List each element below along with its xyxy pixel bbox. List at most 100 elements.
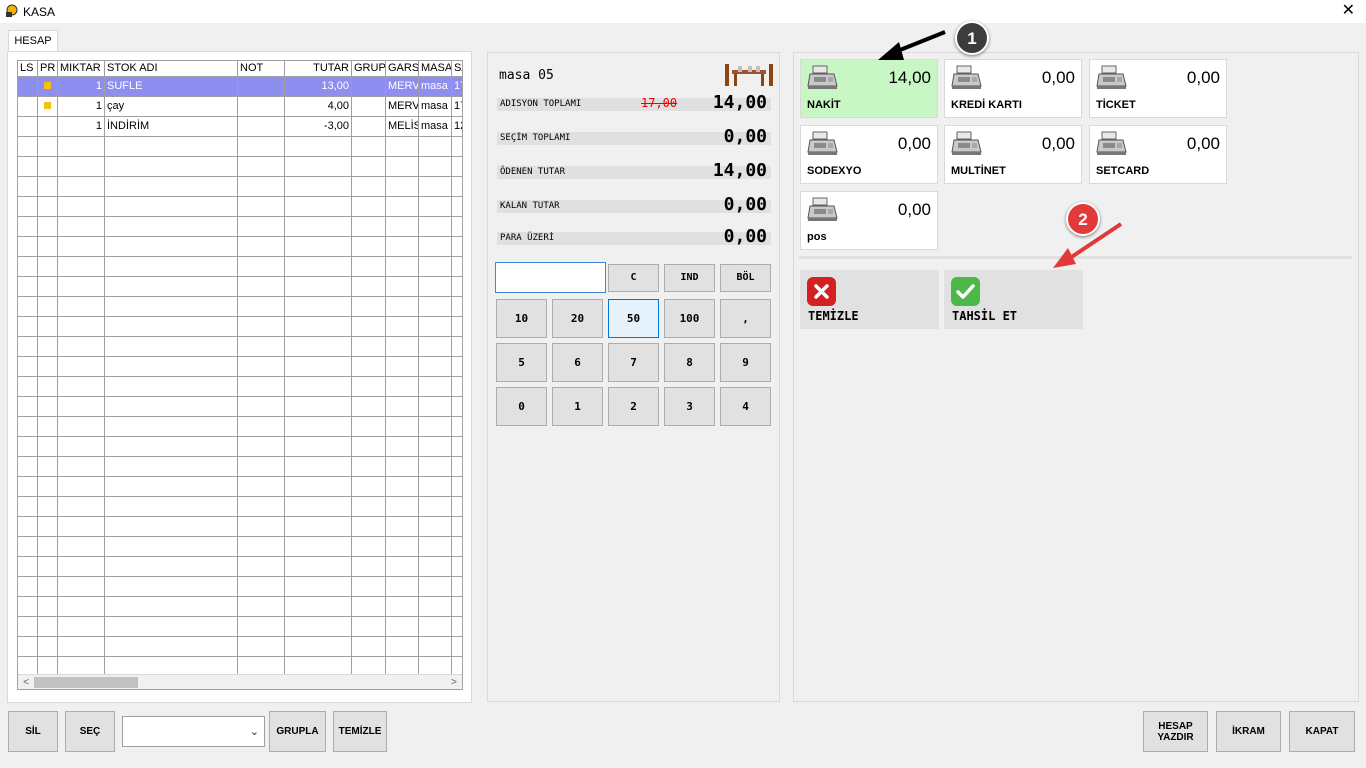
group-button[interactable]: GRUPLA — [269, 711, 326, 752]
amount-input[interactable] — [495, 262, 606, 293]
group-combo[interactable]: ⌄ — [122, 716, 265, 747]
paid-amount-label: ÖDENEN TUTAR — [500, 167, 566, 177]
grid-cell — [38, 417, 58, 437]
key-button[interactable]: 1 — [552, 387, 603, 426]
grid-cell — [105, 437, 238, 457]
clear-button[interactable]: TEMİZLE — [800, 270, 939, 329]
column-header[interactable]: SA — [452, 61, 462, 77]
column-header[interactable]: PR — [38, 61, 58, 77]
grid-cell — [386, 477, 419, 497]
grid-cell: MELİS — [386, 117, 419, 137]
payment-method[interactable]: 14,00 NAKİT — [800, 59, 938, 118]
key-button[interactable]: 20 — [552, 299, 603, 338]
key-button[interactable]: 4 — [720, 387, 771, 426]
grid-cell — [386, 237, 419, 257]
payment-method[interactable]: 0,00 SODEXYO — [800, 125, 938, 184]
grid-cell — [386, 277, 419, 297]
grid-cell — [238, 597, 285, 617]
table-row[interactable]: 1SUFLE 13,00 MERVImasa17 — [18, 77, 462, 97]
key-button[interactable]: 100 — [664, 299, 715, 338]
print-bill-button[interactable]: HESAP YAZDIR — [1143, 711, 1208, 752]
scroll-left-icon[interactable]: < — [18, 675, 34, 689]
grid-cell — [386, 537, 419, 557]
key-button[interactable]: 2 — [608, 387, 659, 426]
key-button[interactable]: 0 — [496, 387, 547, 426]
grid-cell: 1 — [58, 97, 105, 117]
close-icon[interactable]: ✕ — [1342, 2, 1355, 20]
column-header[interactable]: GARS — [386, 61, 419, 77]
key-button[interactable]: 3 — [664, 387, 715, 426]
grid-cell — [18, 577, 38, 597]
grid-cell — [452, 297, 462, 317]
grid-cell — [238, 237, 285, 257]
key-button[interactable]: 9 — [720, 343, 771, 382]
key-button[interactable]: , — [720, 299, 771, 338]
grid-cell — [352, 237, 386, 257]
key-clear[interactable]: C — [608, 264, 659, 292]
grid-cell — [452, 417, 462, 437]
grid-cell — [452, 617, 462, 637]
key-button[interactable]: 8 — [664, 343, 715, 382]
table-row[interactable]: 1çay 4,00 MERVImasa17 — [18, 97, 462, 117]
grid-cell — [38, 177, 58, 197]
chevron-down-icon[interactable]: ⌄ — [250, 725, 259, 738]
collect-button[interactable]: TAHSİL ET — [944, 270, 1083, 329]
payment-method[interactable]: 0,00 KREDİ KARTI — [944, 59, 1082, 118]
grid-cell — [238, 437, 285, 457]
key-button[interactable]: 5 — [496, 343, 547, 382]
empty-row — [18, 477, 462, 497]
scroll-right-icon[interactable]: > — [446, 675, 462, 689]
key-button[interactable]: 6 — [552, 343, 603, 382]
select-button[interactable]: SEÇ — [65, 711, 115, 752]
grid-cell — [386, 177, 419, 197]
empty-row — [18, 137, 462, 157]
empty-row — [18, 397, 462, 417]
column-header[interactable]: NOT — [238, 61, 285, 77]
change-amount-value: 0,00 — [723, 226, 767, 247]
payment-amount: 0,00 — [897, 200, 931, 219]
grid-cell — [352, 577, 386, 597]
grid-cell — [285, 437, 352, 457]
grid-cell — [18, 617, 38, 637]
table-row[interactable]: 1İNDİRİM -3,00 MELİSmasa12 — [18, 117, 462, 137]
grid-cell — [352, 77, 386, 97]
grid-cell: MERVI — [386, 97, 419, 117]
grid-cell — [452, 197, 462, 217]
key-button[interactable]: 10 — [496, 299, 547, 338]
payment-method[interactable]: 0,00 MULTİNET — [944, 125, 1082, 184]
scroll-thumb[interactable] — [34, 677, 138, 688]
grid-cell — [386, 257, 419, 277]
column-header[interactable]: MASA — [419, 61, 452, 77]
grid-cell — [352, 477, 386, 497]
close-bill-button[interactable]: KAPAT — [1289, 711, 1355, 752]
payment-method[interactable]: 0,00 SETCARD — [1089, 125, 1227, 184]
delete-button[interactable]: SİL — [8, 711, 58, 752]
column-header[interactable]: MIKTAR — [58, 61, 105, 77]
grid-cell — [419, 637, 452, 657]
payment-method[interactable]: 0,00 TİCKET — [1089, 59, 1227, 118]
column-header[interactable]: GRUP — [352, 61, 386, 77]
grid-cell — [386, 497, 419, 517]
grid-cell — [285, 557, 352, 577]
key-split[interactable]: BÖL — [720, 264, 771, 292]
column-header[interactable]: LS — [18, 61, 38, 77]
empty-row — [18, 317, 462, 337]
tab-hesap[interactable]: HESAP — [8, 30, 58, 52]
clear-bottom-button[interactable]: TEMİZLE — [333, 711, 387, 752]
key-discount[interactable]: IND — [664, 264, 715, 292]
grid-cell: İNDİRİM — [105, 117, 238, 137]
order-grid[interactable]: LSPRMIKTARSTOK ADINOTTUTARGRUPGARSMASASA… — [17, 60, 463, 690]
grid-cell — [38, 137, 58, 157]
grid-cell — [452, 357, 462, 377]
key-button[interactable]: 7 — [608, 343, 659, 382]
payment-method[interactable]: 0,00 pos — [800, 191, 938, 250]
column-header[interactable]: STOK ADI — [105, 61, 238, 77]
key-button[interactable]: 50 — [608, 299, 659, 338]
column-header[interactable]: TUTAR — [285, 61, 352, 77]
horizontal-scrollbar[interactable]: < > — [18, 674, 462, 689]
grid-cell — [18, 117, 38, 137]
complimentary-button[interactable]: İKRAM — [1216, 711, 1281, 752]
grid-cell — [352, 297, 386, 317]
grid-cell — [105, 317, 238, 337]
remaining-amount-value: 0,00 — [723, 194, 767, 215]
